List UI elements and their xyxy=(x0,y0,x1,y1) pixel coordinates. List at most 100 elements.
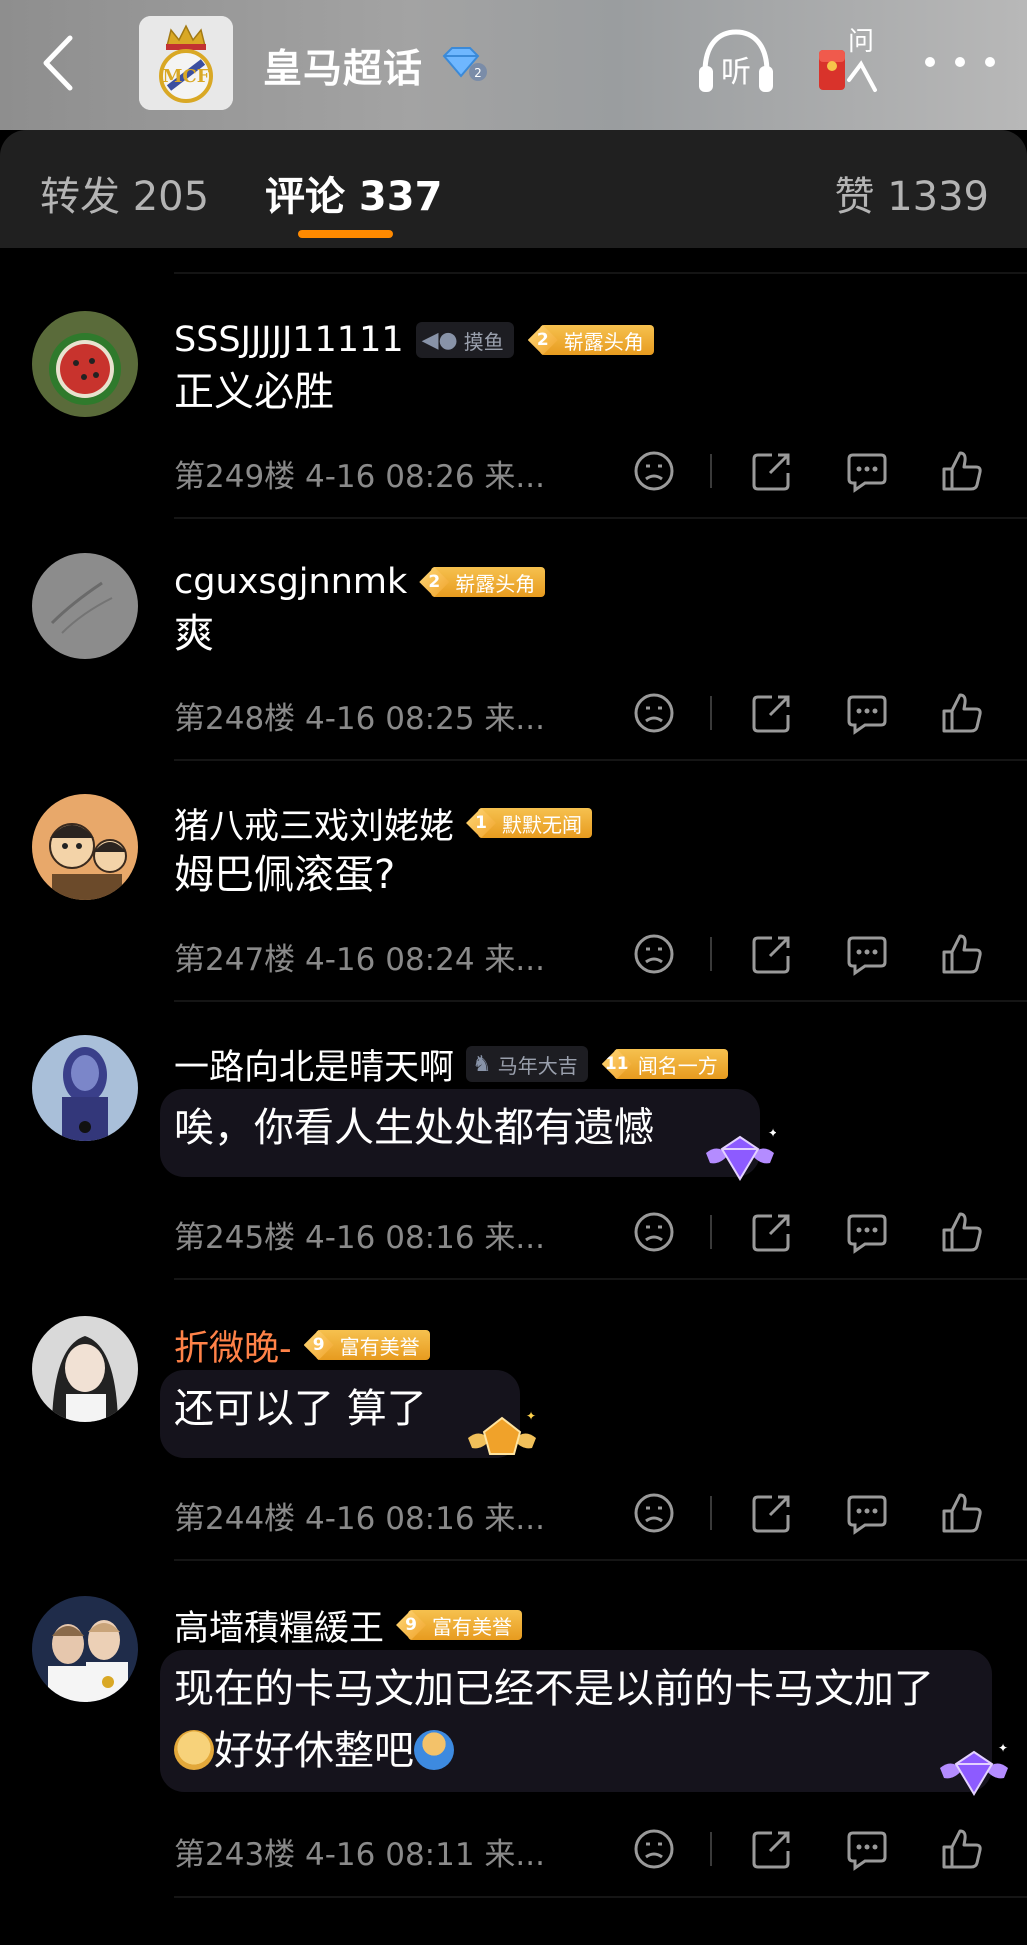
level-badge[interactable]: 9 富有美誉 xyxy=(303,1330,430,1360)
svg-text:问: 问 xyxy=(848,27,874,57)
comment-icon[interactable] xyxy=(845,449,889,493)
comment-text: 姆巴佩滚蛋? xyxy=(174,852,396,898)
horse-icon: ♞ xyxy=(472,1051,492,1077)
svg-text:✦: ✦ xyxy=(768,1126,776,1140)
comment-meta: 第247楼 4-16 08:24 来... xyxy=(174,942,545,978)
like-icon[interactable] xyxy=(940,1491,984,1535)
comment-icon[interactable] xyxy=(845,691,889,735)
username[interactable]: 一路向北是晴天啊 xyxy=(174,1039,454,1090)
comment-header: SSSJJJJJ11111 ◀● 摸鱼 2 崭露头角 xyxy=(174,315,654,365)
username[interactable]: 猪八戒三戏刘姥姥 xyxy=(174,798,454,849)
like-icon[interactable] xyxy=(940,1210,984,1254)
share-icon[interactable] xyxy=(750,449,794,493)
dislike-face-icon[interactable] xyxy=(632,691,676,735)
comment-header: 猪八戒三戏刘姥姥 1 默默无闻 xyxy=(174,798,593,849)
dislike-face-icon[interactable] xyxy=(632,932,676,976)
level-title: 闻名一方 xyxy=(637,1053,718,1078)
avatar[interactable] xyxy=(32,1316,138,1422)
svg-text:2: 2 xyxy=(474,66,482,80)
red-packet-ask-icon[interactable]: 问 xyxy=(815,24,881,96)
dislike-face-icon[interactable] xyxy=(632,1491,676,1535)
top-bar: MCF 皇马超话 2 听 问 xyxy=(0,0,1027,130)
comment-meta: 第245楼 4-16 08:16 来... xyxy=(174,1220,545,1256)
level-badge[interactable]: 2 崭露头角 xyxy=(419,567,546,597)
separator xyxy=(710,1832,712,1866)
like-icon[interactable] xyxy=(940,449,984,493)
tab-likes[interactable]: 赞 1339 xyxy=(834,164,989,222)
avatar[interactable] xyxy=(32,1596,138,1702)
comment-icon[interactable] xyxy=(845,1491,889,1535)
level-title: 默默无闻 xyxy=(502,812,583,837)
level-title: 富有美誉 xyxy=(339,1334,420,1359)
level-title: 崭露头角 xyxy=(455,571,536,596)
level-title: 富有美誉 xyxy=(432,1614,513,1639)
divider xyxy=(174,1896,1027,1898)
level-badge[interactable]: 9 富有美誉 xyxy=(396,1610,523,1640)
level-number: 1 xyxy=(466,808,497,838)
comment-text: 正义必胜 xyxy=(174,369,334,415)
active-tab-indicator xyxy=(298,230,393,238)
comment-icon[interactable] xyxy=(845,932,889,976)
share-icon[interactable] xyxy=(750,1210,794,1254)
share-icon[interactable] xyxy=(750,1827,794,1871)
user-tag[interactable]: ♞ 马年大吉 xyxy=(466,1046,588,1082)
username[interactable]: cguxsgjnnmk xyxy=(174,562,407,602)
comment-icon[interactable] xyxy=(845,1827,889,1871)
more-icon[interactable] xyxy=(920,52,1000,72)
tab-bar: 转发 205 评论 337 赞 1339 xyxy=(0,130,1027,248)
svg-text:听: 听 xyxy=(721,55,751,90)
gold-badge-wings-icon: ✦ xyxy=(468,1409,536,1455)
comment-meta: 第248楼 4-16 08:25 来... xyxy=(174,701,545,737)
divider xyxy=(174,1559,1027,1561)
svg-text:✦: ✦ xyxy=(998,1741,1008,1755)
separator xyxy=(710,937,712,971)
svg-text:✦: ✦ xyxy=(526,1409,536,1423)
comment-text: 爽 xyxy=(174,611,214,657)
purple-gem-wings-icon: ✦ xyxy=(940,1741,1008,1796)
shrug-emoji-icon xyxy=(414,1730,454,1770)
divider xyxy=(174,517,1027,519)
level-number: 11 xyxy=(601,1049,632,1079)
user-tag[interactable]: ◀● 摸鱼 xyxy=(415,322,514,358)
divider xyxy=(174,759,1027,761)
real-madrid-logo[interactable]: MCF xyxy=(139,16,233,110)
tab-repost[interactable]: 转发 205 xyxy=(40,164,209,222)
doge-emoji-icon xyxy=(174,1730,214,1770)
separator xyxy=(710,454,712,488)
level-title: 崭露头角 xyxy=(563,329,644,354)
avatar[interactable] xyxy=(32,794,138,900)
avatar[interactable] xyxy=(32,311,138,417)
level-badge[interactable]: 11 闻名一方 xyxy=(601,1049,728,1079)
like-icon[interactable] xyxy=(940,1827,984,1871)
level-badge[interactable]: 2 崭露头角 xyxy=(527,325,654,355)
listen-icon[interactable]: 听 xyxy=(697,26,775,96)
dislike-face-icon[interactable] xyxy=(632,1210,676,1254)
comment-text-line-2: 好好休整吧 xyxy=(174,1720,454,1782)
level-number: 9 xyxy=(303,1330,334,1360)
level-number: 2 xyxy=(527,325,558,355)
svg-text:MCF: MCF xyxy=(162,66,209,87)
username[interactable]: 折微晚- xyxy=(174,1320,292,1371)
tab-comments[interactable]: 评论 337 xyxy=(265,164,442,222)
avatar[interactable] xyxy=(32,1035,138,1141)
username[interactable]: 高墙積糧緩王 xyxy=(174,1600,384,1651)
avatar[interactable] xyxy=(32,553,138,659)
comment-icon[interactable] xyxy=(845,1210,889,1254)
level-badge[interactable]: 1 默默无闻 xyxy=(466,808,593,838)
dislike-face-icon[interactable] xyxy=(632,449,676,493)
share-icon[interactable] xyxy=(750,932,794,976)
like-icon[interactable] xyxy=(940,691,984,735)
purple-gem-wings-icon: ✦ xyxy=(706,1126,776,1181)
fish-icon: ◀● xyxy=(421,327,458,353)
separator xyxy=(710,1496,712,1530)
divider xyxy=(174,272,1027,274)
share-icon[interactable] xyxy=(750,1491,794,1535)
separator xyxy=(710,1215,712,1249)
divider xyxy=(174,1278,1027,1280)
username[interactable]: SSSJJJJJ11111 xyxy=(174,320,404,360)
back-icon[interactable] xyxy=(34,30,84,96)
diamond-badge-icon: 2 xyxy=(442,47,487,81)
share-icon[interactable] xyxy=(750,691,794,735)
like-icon[interactable] xyxy=(940,932,984,976)
dislike-face-icon[interactable] xyxy=(632,1827,676,1871)
